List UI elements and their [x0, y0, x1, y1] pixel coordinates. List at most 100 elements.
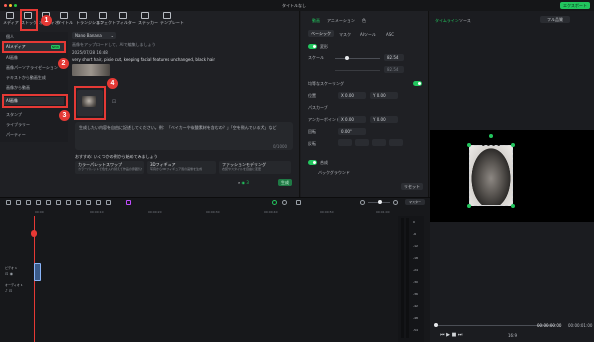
result-thumbnail-small[interactable] — [72, 64, 110, 76]
uniform-scale-toggle[interactable] — [413, 81, 422, 86]
prompt-input-area[interactable]: 生成したい内容を自由に記述してください。例：「ベイカーや炭酸素材を含むの？」「空… — [75, 122, 293, 150]
preview-image[interactable] — [469, 145, 513, 206]
template-icon — [163, 12, 171, 19]
resize-handle-br[interactable] — [511, 204, 515, 208]
crop-icon[interactable] — [46, 200, 51, 205]
text-icon[interactable] — [56, 200, 61, 205]
audio-lock-icon[interactable]: ⊡ — [9, 288, 12, 293]
suggestion-card-3[interactable]: ファッションモデリング 衣装やスタイルを自由に変更 — [219, 161, 291, 174]
subtab-basic[interactable]: ベーシック — [308, 30, 334, 37]
flip-vertical-icon[interactable] — [355, 139, 369, 146]
subtab-mask[interactable]: マスク — [339, 32, 351, 38]
marker-icon[interactable] — [96, 200, 101, 205]
subtab-ai-tools[interactable]: AIツール — [360, 32, 376, 38]
tab-color[interactable]: 色 — [362, 18, 366, 24]
mic-icon[interactable] — [296, 200, 301, 205]
play-controls[interactable]: ⏮ ▶ ■ ⏭ — [440, 332, 490, 338]
flip-horizontal-icon[interactable] — [338, 139, 352, 146]
composite-toggle[interactable] — [308, 160, 317, 165]
subtab-label: ベーシック — [311, 31, 331, 36]
toolbar-filter[interactable]: フィルター — [116, 12, 136, 26]
toolbar-media[interactable]: メディア — [3, 12, 19, 26]
tab-video[interactable]: 動画 — [312, 18, 320, 24]
sidebar-item-stamp[interactable]: スタンプ — [4, 111, 64, 119]
position-y-input[interactable]: Y 0.00 — [370, 92, 398, 99]
snap-icon[interactable] — [282, 200, 287, 205]
preview-tab-timeline[interactable]: タイムライン — [435, 18, 459, 24]
zoom-out-icon[interactable] — [360, 200, 365, 205]
scale-input[interactable]: 82.54 — [384, 54, 404, 61]
lock-icon[interactable]: ⊡ — [5, 271, 8, 276]
playhead-knob[interactable] — [434, 323, 438, 327]
tab-animation[interactable]: アニメーション — [327, 18, 355, 24]
flip-buttons[interactable] — [338, 139, 404, 147]
rotate-left-icon[interactable] — [372, 139, 386, 146]
prev-frame-icon[interactable]: ⏮ — [440, 332, 445, 338]
redo-icon[interactable] — [16, 200, 21, 205]
anchor-x-input[interactable]: X 0.00 — [338, 116, 366, 123]
sidebar-item-personalize[interactable]: 画像パーソナライゼーション — [4, 64, 64, 72]
stop-icon[interactable]: ■ — [452, 332, 457, 338]
visibility-icon[interactable]: ◉ — [10, 271, 14, 276]
anchor-y-input[interactable]: Y 0.00 — [370, 116, 398, 123]
scale-slider-secondary[interactable] — [335, 70, 380, 71]
audio-edit-icon[interactable] — [86, 200, 91, 205]
playhead-head[interactable] — [31, 230, 37, 237]
sidebar-item-image-to-video[interactable]: 画像から動画 — [4, 84, 64, 92]
rotate-handle[interactable] — [489, 134, 493, 138]
track-controls-audio[interactable]: ♪ ⊡ — [5, 289, 25, 293]
render-icon[interactable] — [272, 200, 277, 205]
color-icon[interactable] — [76, 200, 81, 205]
magic-icon[interactable] — [126, 200, 131, 205]
resize-handle-tr[interactable] — [511, 143, 515, 147]
undo-icon[interactable] — [6, 200, 11, 205]
toolbar-sticker[interactable]: ステッカー — [138, 12, 158, 26]
toolbar-effect[interactable]: エフェクト — [96, 12, 116, 26]
resize-handle-tl[interactable] — [467, 143, 471, 147]
position-x-input[interactable]: X 0.00 — [338, 92, 366, 99]
delete-icon[interactable] — [36, 200, 41, 205]
sidebar-item-text-to-video[interactable]: テキストから動画生成 — [4, 74, 64, 82]
rotate-right-icon[interactable] — [389, 139, 403, 146]
scale-input-secondary[interactable]: 82.54 — [384, 66, 404, 73]
scale-slider-knob[interactable] — [345, 56, 349, 60]
preview-tab-source[interactable]: ソース — [459, 18, 471, 24]
toolbar-title[interactable]: タイトル — [57, 12, 73, 26]
export-button[interactable]: エクスポート — [560, 2, 590, 9]
zoom-in-icon[interactable] — [393, 200, 398, 205]
split-icon[interactable] — [26, 200, 31, 205]
toolbar-transition[interactable]: トランジション — [76, 12, 104, 26]
anchor-y-value: 0.00 — [376, 117, 386, 122]
video-clip[interactable] — [34, 263, 41, 281]
toolbar-template[interactable]: テンプレート — [160, 12, 184, 26]
subtab-asc[interactable]: ASC — [386, 32, 394, 37]
transform-toggle[interactable] — [308, 44, 317, 49]
play-icon[interactable]: ▶ — [446, 332, 450, 338]
speed-icon[interactable] — [66, 200, 71, 205]
zoom-knob[interactable] — [378, 200, 382, 204]
window-controls[interactable] — [4, 4, 18, 7]
model-select[interactable]: Nano Banana ⌄ — [72, 32, 116, 39]
ai-tool-icon[interactable] — [106, 200, 111, 205]
mute-icon[interactable]: ♪ — [5, 288, 8, 293]
next-frame-icon[interactable]: ⏭ — [458, 332, 463, 338]
meter-label: -30 — [413, 280, 418, 284]
rotate-input[interactable]: 0.00° — [338, 128, 366, 135]
aspect-ratio[interactable]: 16:9 — [508, 333, 517, 338]
quality-select[interactable]: フル品質 — [540, 16, 570, 23]
resize-handle-bl[interactable] — [467, 204, 471, 208]
suggestion-card-2[interactable]: 3Dフィギュア 写真から3Dフィギュア風の画像を生成 — [147, 161, 216, 174]
generate-button[interactable]: 生成 — [278, 179, 292, 186]
sidebar-item-personal[interactable]: 個人 — [4, 33, 64, 41]
track-controls-video[interactable]: ⊡ ◉ — [5, 272, 25, 276]
sidebar-item-party[interactable]: パーティー — [4, 131, 64, 139]
ruler-label: 00:00 — [35, 210, 44, 214]
image-empty-slot[interactable]: ⊡ — [108, 95, 120, 109]
sidebar-item-ai-image-top[interactable]: AI画像 — [4, 54, 64, 62]
filter-icon — [119, 12, 127, 19]
sidebar-item-library[interactable]: ライブラリー — [4, 121, 64, 129]
reset-button[interactable]: リセット — [401, 183, 423, 190]
scale-slider[interactable] — [335, 58, 380, 59]
suggestion-card-1[interactable]: カラーパレットスワップ カラーパレットで色を入れ替えて作品の雰囲気を変更 — [75, 161, 144, 174]
master-volume[interactable]: マスター — [405, 199, 425, 205]
